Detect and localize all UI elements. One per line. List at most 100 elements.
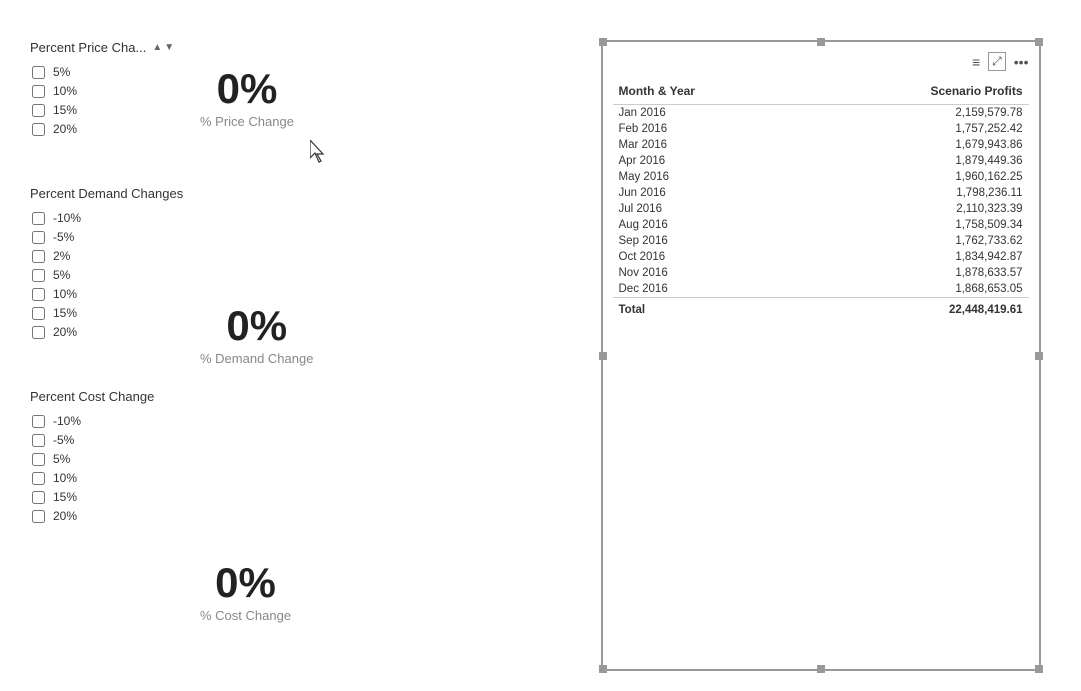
cost-checkbox-20[interactable] (32, 510, 45, 523)
table-row: Jun 2016 1,798,236.11 (613, 185, 1029, 201)
demand-option-5[interactable]: 5% (32, 268, 540, 282)
demand-label-10: 10% (53, 287, 77, 301)
demand-option-neg10[interactable]: -10% (32, 211, 540, 225)
table-row: Sep 2016 1,762,733.62 (613, 233, 1029, 249)
resize-handle-tr[interactable] (1035, 38, 1043, 46)
price-label-20: 20% (53, 122, 77, 136)
cell-profit-11: 1,868,653.05 (804, 281, 1029, 298)
demand-checkbox-neg10[interactable] (32, 212, 45, 225)
more-icon[interactable]: ••• (1014, 54, 1029, 70)
resize-handle-bl[interactable] (599, 665, 607, 673)
cell-profit-9: 1,834,942.87 (804, 249, 1029, 265)
table-row: Nov 2016 1,878,633.57 (613, 265, 1029, 281)
demand-label-5: 5% (53, 268, 70, 282)
table-row: Feb 2016 1,757,252.42 (613, 121, 1029, 137)
expand-icon[interactable]: ⤢ (988, 52, 1006, 71)
cell-month-11: Dec 2016 (613, 281, 804, 298)
cell-profit-10: 1,878,633.57 (804, 265, 1029, 281)
table-row: Jul 2016 2,110,323.39 (613, 201, 1029, 217)
demand-percent-display: 0% % Demand Change (200, 305, 313, 366)
resize-handle-mr[interactable] (1035, 352, 1043, 360)
cost-checkbox-neg10[interactable] (32, 415, 45, 428)
main-container: Percent Price Cha... ▲ ▼ 5% 10% 15% (0, 0, 1081, 691)
cell-month-1: Feb 2016 (613, 121, 804, 137)
price-label-10: 10% (53, 84, 77, 98)
demand-percent-value: 0% (200, 305, 313, 347)
table-row: Dec 2016 1,868,653.05 (613, 281, 1029, 298)
left-panel: Percent Price Cha... ▲ ▼ 5% 10% 15% (0, 0, 560, 691)
resize-handle-tm[interactable] (817, 38, 825, 46)
cell-profit-4: 1,960,162.25 (804, 169, 1029, 185)
cost-checkbox-neg5[interactable] (32, 434, 45, 447)
cost-checkbox-10[interactable] (32, 472, 45, 485)
demand-checkbox-10[interactable] (32, 288, 45, 301)
cost-option-5[interactable]: 5% (32, 452, 540, 466)
cost-label-15: 15% (53, 490, 77, 504)
resize-handle-br[interactable] (1035, 665, 1043, 673)
demand-section-title: Percent Demand Changes (30, 186, 183, 201)
col-month-year-header: Month & Year (613, 81, 804, 105)
demand-checkbox-20[interactable] (32, 326, 45, 339)
price-checkbox-15[interactable] (32, 104, 45, 117)
price-label-5: 5% (53, 65, 70, 79)
cost-option-10[interactable]: 10% (32, 471, 540, 485)
cost-label-neg10: -10% (53, 414, 81, 428)
price-checkbox-10[interactable] (32, 85, 45, 98)
cost-option-20[interactable]: 20% (32, 509, 540, 523)
cost-percent-display: 0% % Cost Change (200, 562, 291, 623)
price-checkbox-5[interactable] (32, 66, 45, 79)
resize-handle-ml[interactable] (599, 352, 607, 360)
cell-month-10: Nov 2016 (613, 265, 804, 281)
cell-month-0: Jan 2016 (613, 105, 804, 122)
table-row: Jan 2016 2,159,579.78 (613, 105, 1029, 122)
cell-profit-8: 1,762,733.62 (804, 233, 1029, 249)
cell-profit-7: 1,758,509.34 (804, 217, 1029, 233)
cell-month-6: Jul 2016 (613, 201, 804, 217)
cell-profit-6: 2,110,323.39 (804, 201, 1029, 217)
cost-section-header: Percent Cost Change (30, 389, 540, 404)
demand-option-10[interactable]: 10% (32, 287, 540, 301)
price-section-header: Percent Price Cha... ▲ ▼ (30, 40, 540, 55)
price-sort-desc-icon[interactable]: ▼ (164, 42, 174, 53)
cost-label-5: 5% (53, 452, 70, 466)
total-value: 22,448,419.61 (804, 298, 1029, 319)
right-panel: ≡ ⤢ ••• Month & Year Scenario Profits Ja… (560, 0, 1081, 691)
cost-option-neg5[interactable]: -5% (32, 433, 540, 447)
cost-label-20: 20% (53, 509, 77, 523)
cost-option-15[interactable]: 15% (32, 490, 540, 504)
table-header-row: Month & Year Scenario Profits (613, 81, 1029, 105)
price-percent-value: 0% (200, 68, 294, 110)
demand-checkbox-15[interactable] (32, 307, 45, 320)
hamburger-icon[interactable]: ≡ (972, 54, 980, 70)
table-row: May 2016 1,960,162.25 (613, 169, 1029, 185)
resize-handle-tl[interactable] (599, 38, 607, 46)
widget-header: ≡ ⤢ ••• (613, 52, 1029, 71)
demand-checkbox-2[interactable] (32, 250, 45, 263)
price-sort-asc-icon[interactable]: ▲ (152, 42, 162, 53)
cost-checkbox-5[interactable] (32, 453, 45, 466)
resize-handle-bm[interactable] (817, 665, 825, 673)
cell-profit-2: 1,679,943.86 (804, 137, 1029, 153)
cell-profit-5: 1,798,236.11 (804, 185, 1029, 201)
demand-option-neg5[interactable]: -5% (32, 230, 540, 244)
demand-label-neg5: -5% (53, 230, 74, 244)
cost-option-neg10[interactable]: -10% (32, 414, 540, 428)
cell-profit-3: 1,879,449.36 (804, 153, 1029, 169)
cost-checkbox-15[interactable] (32, 491, 45, 504)
cell-month-2: Mar 2016 (613, 137, 804, 153)
demand-section-header: Percent Demand Changes (30, 186, 540, 201)
price-label-15: 15% (53, 103, 77, 117)
demand-label-2: 2% (53, 249, 70, 263)
demand-option-2[interactable]: 2% (32, 249, 540, 263)
demand-checkbox-neg5[interactable] (32, 231, 45, 244)
cost-filter-section: Percent Cost Change -10% -5% 5% 10% (30, 389, 540, 523)
cell-profit-0: 2,159,579.78 (804, 105, 1029, 122)
price-checkbox-20[interactable] (32, 123, 45, 136)
demand-checkbox-5[interactable] (32, 269, 45, 282)
table-total-row: Total 22,448,419.61 (613, 298, 1029, 319)
table-row: Mar 2016 1,679,943.86 (613, 137, 1029, 153)
total-label: Total (613, 298, 804, 319)
cell-month-8: Sep 2016 (613, 233, 804, 249)
demand-percent-label: % Demand Change (200, 351, 313, 366)
price-sort-icons[interactable]: ▲ ▼ (152, 42, 174, 53)
